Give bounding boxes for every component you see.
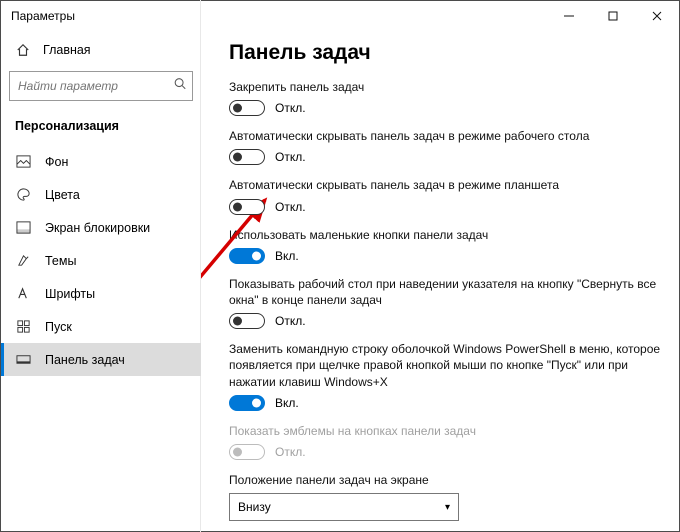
- sidebar-item-label: Пуск: [45, 320, 72, 334]
- toggle-small-buttons[interactable]: [229, 248, 265, 264]
- setting-label: Положение панели задач на экране: [229, 472, 661, 488]
- sidebar-item-label: Шрифты: [45, 287, 95, 301]
- minimize-button[interactable]: [547, 1, 591, 31]
- setting-location: Положение панели задач на экране Внизу ▾: [229, 472, 661, 521]
- setting-lock: Закрепить панель задач Откл.: [229, 79, 661, 116]
- theme-icon: [15, 253, 31, 268]
- setting-hide-desktop: Автоматически скрывать панель задач в ре…: [229, 128, 661, 165]
- search-input[interactable]: [9, 71, 193, 101]
- setting-label: Автоматически скрывать панель задач в ре…: [229, 177, 661, 193]
- toggle-state: Откл.: [275, 150, 306, 164]
- toggle-peek[interactable]: [229, 313, 265, 329]
- search-icon: [173, 77, 187, 96]
- content-area: Панель задач Закрепить панель задач Откл…: [201, 31, 679, 531]
- sidebar-item-colors[interactable]: Цвета: [1, 178, 201, 211]
- maximize-icon: [608, 11, 618, 21]
- nav-list: Фон Цвета Экран блокировки Темы Шрифты: [1, 145, 201, 376]
- home-link[interactable]: Главная: [1, 35, 201, 65]
- home-label: Главная: [43, 43, 91, 57]
- toggle-state: Вкл.: [275, 396, 299, 410]
- toggle-hide-desktop[interactable]: [229, 149, 265, 165]
- setting-label: Автоматически скрывать панель задач в ре…: [229, 128, 661, 144]
- toggle-state: Откл.: [275, 200, 306, 214]
- sidebar-item-lockscreen[interactable]: Экран блокировки: [1, 211, 201, 244]
- sidebar-item-label: Темы: [45, 254, 76, 268]
- setting-hide-tablet: Автоматически скрывать панель задач в ре…: [229, 177, 661, 214]
- start-icon: [15, 319, 31, 334]
- sidebar-item-background[interactable]: Фон: [1, 145, 201, 178]
- window-body: Главная Персонализация Фон Цве: [1, 31, 679, 531]
- close-button[interactable]: [635, 1, 679, 31]
- toggle-badges: [229, 444, 265, 460]
- font-icon: [15, 286, 31, 301]
- minimize-icon: [564, 11, 574, 21]
- home-icon: [15, 43, 31, 57]
- palette-icon: [15, 187, 31, 202]
- chevron-down-icon: ▾: [445, 502, 450, 513]
- setting-label: Заменить командную строку оболочкой Wind…: [229, 341, 661, 390]
- sidebar: Главная Персонализация Фон Цве: [1, 31, 201, 531]
- sidebar-item-label: Экран блокировки: [45, 221, 150, 235]
- select-location[interactable]: Внизу ▾: [229, 493, 459, 521]
- sidebar-item-themes[interactable]: Темы: [1, 244, 201, 277]
- sidebar-item-taskbar[interactable]: Панель задач: [1, 343, 201, 376]
- toggle-state: Вкл.: [275, 249, 299, 263]
- setting-peek: Показывать рабочий стол при наведении ук…: [229, 276, 661, 329]
- sidebar-item-fonts[interactable]: Шрифты: [1, 277, 201, 310]
- setting-badges: Показать эмблемы на кнопках панели задач…: [229, 423, 661, 460]
- setting-powershell: Заменить командную строку оболочкой Wind…: [229, 341, 661, 411]
- close-icon: [652, 11, 662, 21]
- lockscreen-icon: [15, 220, 31, 235]
- toggle-state: Откл.: [275, 314, 306, 328]
- select-value: Внизу: [238, 500, 271, 514]
- toggle-lock[interactable]: [229, 100, 265, 116]
- maximize-button[interactable]: [591, 1, 635, 31]
- picture-icon: [15, 154, 31, 169]
- titlebar: Параметры: [1, 1, 679, 31]
- toggle-state: Откл.: [275, 101, 306, 115]
- nav-header: Персонализация: [1, 111, 201, 145]
- setting-label: Показывать рабочий стол при наведении ук…: [229, 276, 661, 308]
- sidebar-item-label: Цвета: [45, 188, 80, 202]
- search-wrap: [9, 71, 193, 101]
- setting-small-buttons: Использовать маленькие кнопки панели зад…: [229, 227, 661, 264]
- settings-window: Параметры Главная: [0, 0, 680, 532]
- toggle-state: Откл.: [275, 445, 306, 459]
- page-title: Панель задач: [229, 41, 661, 65]
- setting-label: Использовать маленькие кнопки панели зад…: [229, 227, 661, 243]
- toggle-hide-tablet[interactable]: [229, 199, 265, 215]
- window-title: Параметры: [11, 9, 75, 23]
- sidebar-item-label: Фон: [45, 155, 68, 169]
- setting-label: Показать эмблемы на кнопках панели задач: [229, 423, 661, 439]
- sidebar-item-label: Панель задач: [45, 353, 125, 367]
- taskbar-icon: [15, 352, 31, 367]
- toggle-powershell[interactable]: [229, 395, 265, 411]
- setting-label: Закрепить панель задач: [229, 79, 661, 95]
- sidebar-item-start[interactable]: Пуск: [1, 310, 201, 343]
- window-controls: [547, 1, 679, 31]
